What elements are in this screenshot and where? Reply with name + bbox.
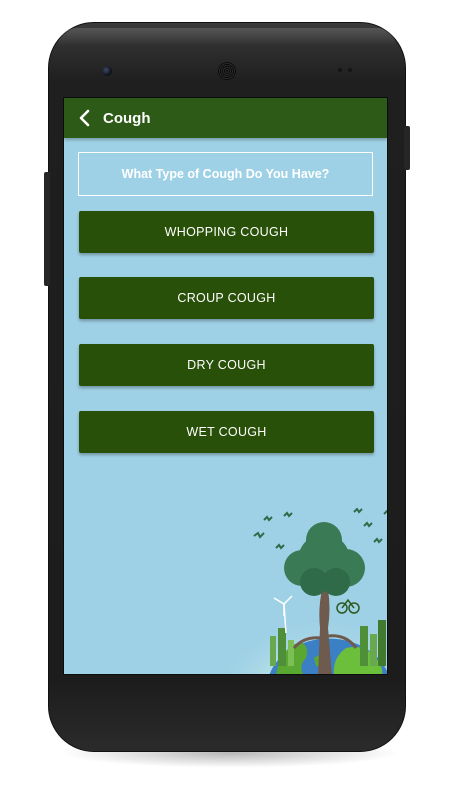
- eco-tree-illustration: [219, 508, 387, 674]
- proximity-sensor: [338, 68, 342, 72]
- app-bar: Cough: [64, 98, 387, 138]
- back-button[interactable]: [64, 98, 104, 138]
- light-sensor: [348, 68, 352, 72]
- earpiece-speaker: [218, 62, 236, 80]
- wet-cough-button[interactable]: WET COUGH: [79, 411, 374, 453]
- dry-cough-button[interactable]: DRY COUGH: [79, 344, 374, 386]
- volume-button: [44, 172, 50, 286]
- whooping-cough-button[interactable]: WHOPPING COUGH: [79, 211, 374, 253]
- app-title: Cough: [103, 109, 151, 127]
- chevron-left-icon: [79, 109, 90, 127]
- croup-cough-button[interactable]: CROUP COUGH: [79, 277, 374, 319]
- front-camera: [102, 66, 112, 76]
- app-screen: Cough What Type of Cough Do You Have? WH…: [63, 97, 388, 675]
- power-button: [404, 126, 410, 170]
- question-label: What Type of Cough Do You Have?: [78, 152, 373, 196]
- phone-shine: [58, 28, 396, 46]
